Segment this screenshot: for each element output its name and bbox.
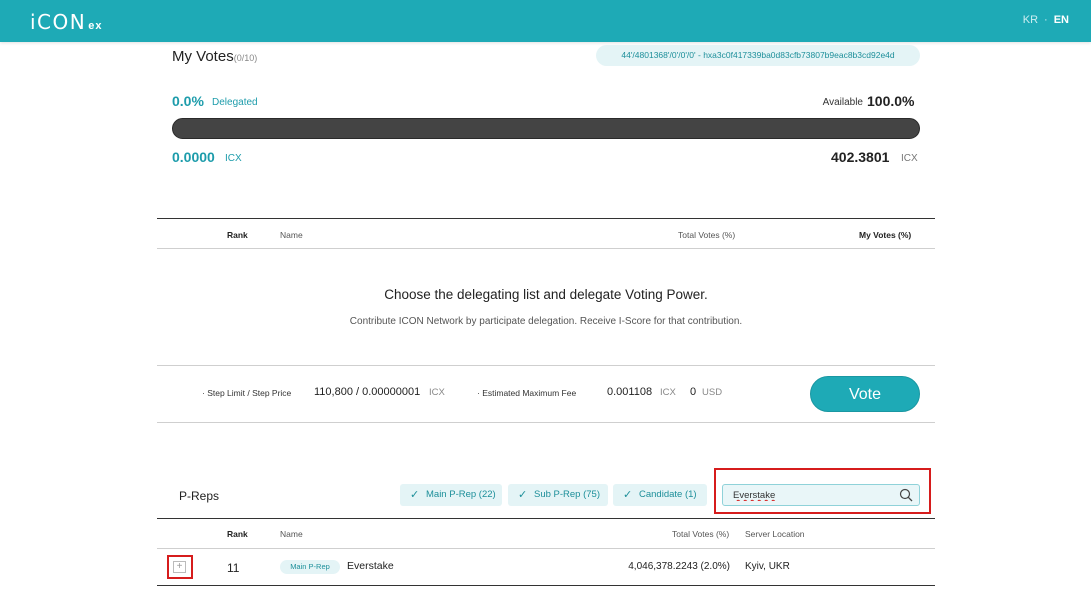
preps-table-bottom-border xyxy=(157,585,935,586)
preps-col-rank: Rank xyxy=(227,529,248,539)
preps-table-header-divider xyxy=(157,548,935,549)
prep-server-location: Kyiv, UKR xyxy=(745,561,790,572)
estimated-fee-label: · Estimated Maximum Fee xyxy=(477,388,577,398)
votes-col-name: Name xyxy=(280,230,303,240)
votes-col-rank: Rank xyxy=(227,230,248,240)
preps-col-name: Name xyxy=(280,529,303,539)
delegated-icx-amount: 0.0000 xyxy=(172,149,215,165)
usd-value: 0 xyxy=(690,386,697,398)
available-icx-unit: ICX xyxy=(901,153,918,164)
prep-type-badge: Main P-Rep xyxy=(280,560,340,574)
voting-power-bar xyxy=(172,118,920,139)
check-icon: ✓ xyxy=(623,489,633,501)
empty-state-title: Choose the delegating list and delegate … xyxy=(384,287,708,302)
logo-sub-text: ex xyxy=(88,20,103,32)
prep-search-input[interactable] xyxy=(733,488,893,503)
step-limit-unit: ICX xyxy=(429,387,445,398)
delegated-label: Delegated xyxy=(212,97,258,108)
fees-top-divider xyxy=(157,365,935,366)
search-icon[interactable] xyxy=(898,487,914,503)
icon-ex-logo[interactable]: iCON ex xyxy=(30,10,102,35)
vote-button[interactable]: Vote xyxy=(810,376,920,412)
prep-search-box xyxy=(722,484,920,506)
my-votes-title: My Votes(0/10) xyxy=(172,48,257,65)
votes-col-total: Total Votes (%) xyxy=(678,230,736,240)
filter-sub-prep[interactable]: ✓ Sub P-Rep (75) xyxy=(508,484,608,506)
estimated-fee-unit: ICX xyxy=(660,387,676,398)
votes-table-header-divider xyxy=(157,248,935,249)
lang-separator: · xyxy=(1044,14,1048,26)
step-limit-label: · Step Limit / Step Price xyxy=(202,388,292,398)
filter-main-prep[interactable]: ✓ Main P-Rep (22) xyxy=(400,484,502,506)
logo-main-text: iCON xyxy=(30,10,87,34)
check-icon: ✓ xyxy=(410,489,420,501)
filter-candidate-label: Candidate (1) xyxy=(639,489,697,500)
wallet-address-pill: 44'/4801368'/0'/0'/0' - hxa3c0f417339ba0… xyxy=(596,45,920,66)
language-switcher: KR · EN xyxy=(1023,14,1069,26)
prep-rank: 11 xyxy=(227,561,240,575)
filter-main-prep-label: Main P-Rep (22) xyxy=(426,489,496,500)
lang-kr-link[interactable]: KR xyxy=(1023,14,1038,26)
usd-unit: USD xyxy=(702,387,723,398)
empty-state-subtitle: Contribute ICON Network by participate d… xyxy=(349,316,743,327)
filter-sub-prep-label: Sub P-Rep (75) xyxy=(534,489,601,500)
preps-col-total: Total Votes (%) xyxy=(672,529,730,539)
preps-title: P-Reps xyxy=(179,489,220,503)
votes-table-top-border xyxy=(157,218,935,219)
prep-total-votes: 4,046,378.2243 (2.0%) xyxy=(628,561,730,572)
available-icx-amount: 402.3801 xyxy=(831,149,890,165)
preps-col-location: Server Location xyxy=(745,529,805,539)
add-prep-button[interactable]: + xyxy=(173,561,186,573)
lang-en-link[interactable]: EN xyxy=(1054,14,1069,26)
my-votes-count: (0/10) xyxy=(233,53,258,63)
top-navbar: iCON ex KR · EN xyxy=(0,0,1091,42)
available-percent: 100.0% xyxy=(867,93,915,109)
fees-bottom-divider xyxy=(157,422,935,423)
available-label: Available xyxy=(822,97,863,108)
delegated-percent: 0.0% xyxy=(172,93,204,109)
preps-table-top-border xyxy=(157,518,935,519)
votes-col-my: My Votes (%) xyxy=(859,230,912,240)
my-votes-title-text: My Votes xyxy=(172,48,234,65)
filter-candidate[interactable]: ✓ Candidate (1) xyxy=(613,484,707,506)
step-limit-value: 110,800 / 0.00000001 xyxy=(314,386,421,398)
delegated-icx-unit: ICX xyxy=(225,153,242,164)
check-icon: ✓ xyxy=(518,489,528,501)
estimated-fee-value: 0.001108 xyxy=(607,386,653,398)
prep-name[interactable]: Everstake xyxy=(347,560,394,572)
